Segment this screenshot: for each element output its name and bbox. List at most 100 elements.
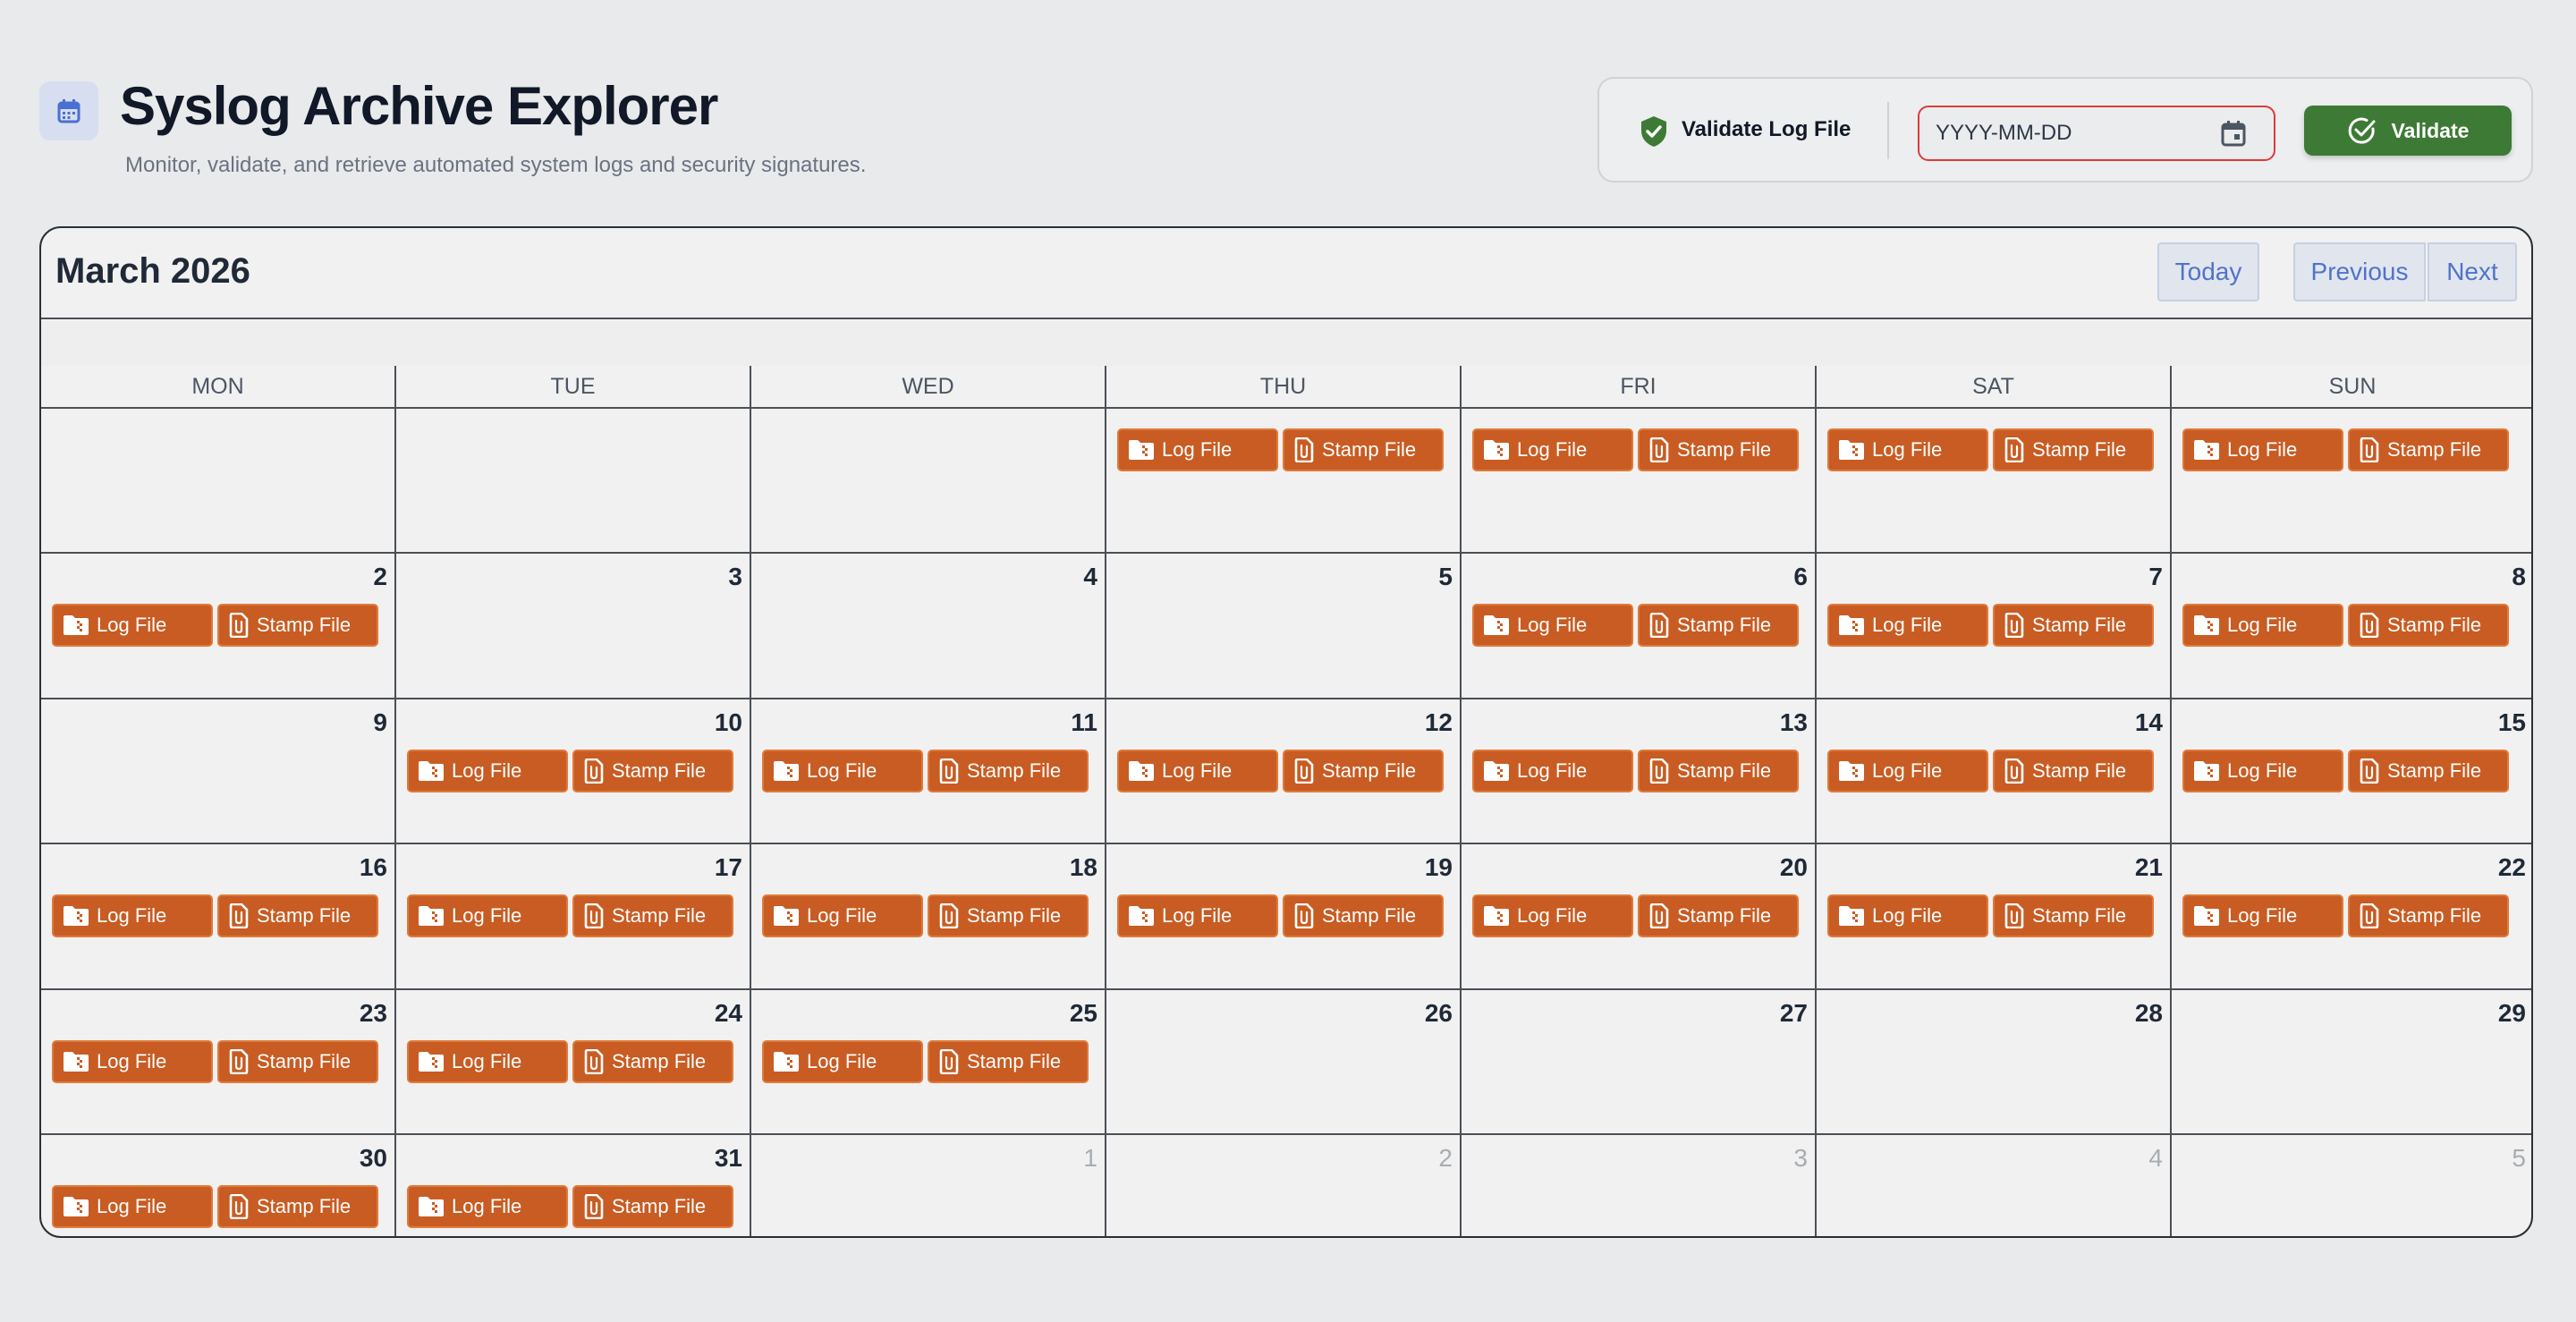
stamp-file-event[interactable]: Stamp File — [2348, 750, 2509, 792]
log-file-event[interactable]: Log File — [407, 1040, 568, 1083]
stamp-file-event[interactable]: Stamp File — [928, 1040, 1089, 1083]
log-file-event[interactable]: Log File — [407, 894, 568, 937]
calendar-picker-icon[interactable] — [2220, 119, 2247, 148]
calendar-day-cell[interactable]: 1 — [751, 1135, 1106, 1236]
stamp-file-event[interactable]: Stamp File — [928, 894, 1089, 937]
log-file-event[interactable]: Log File — [762, 750, 923, 792]
stamp-file-event[interactable]: Stamp File — [1283, 894, 1444, 937]
stamp-file-event[interactable]: Stamp File — [1638, 604, 1799, 647]
calendar-day-cell[interactable]: 3 — [1462, 1135, 1817, 1236]
calendar-day-cell[interactable]: 15 Log File Stamp File — [2172, 699, 2531, 844]
next-button[interactable]: Next — [2428, 242, 2517, 301]
log-file-event[interactable]: Log File — [1827, 750, 1988, 792]
stamp-file-event[interactable]: Stamp File — [217, 894, 378, 937]
calendar-day-cell[interactable]: 20 Log File Stamp File — [1462, 844, 1817, 990]
log-file-event[interactable]: Log File — [2182, 894, 2343, 937]
calendar-day-cell[interactable]: 25 Log File Stamp File — [751, 990, 1106, 1135]
stamp-file-event[interactable]: Stamp File — [2348, 604, 2509, 647]
log-file-event[interactable]: Log File — [52, 1040, 213, 1083]
log-file-event[interactable]: Log File — [1472, 894, 1633, 937]
today-button[interactable]: Today — [2157, 242, 2259, 301]
calendar-day-cell[interactable]: 2 Log File Stamp File — [41, 554, 396, 699]
calendar-day-cell[interactable]: Log File Stamp File — [2172, 409, 2531, 554]
calendar-day-cell[interactable]: 4 — [1817, 1135, 2172, 1236]
log-file-event[interactable]: Log File — [2182, 750, 2343, 792]
calendar-day-cell[interactable]: 17 Log File Stamp File — [396, 844, 751, 990]
calendar-day-cell[interactable]: 4 — [751, 554, 1106, 699]
log-file-event[interactable]: Log File — [407, 1185, 568, 1228]
stamp-file-event[interactable]: Stamp File — [928, 750, 1089, 792]
calendar-day-cell[interactable]: Log File Stamp File — [1106, 409, 1462, 554]
calendar-day-cell[interactable]: 14 Log File Stamp File — [1817, 699, 2172, 844]
stamp-file-event[interactable]: Stamp File — [572, 1040, 733, 1083]
stamp-file-event[interactable]: Stamp File — [572, 750, 733, 792]
log-file-event[interactable]: Log File — [762, 1040, 923, 1083]
log-file-event[interactable]: Log File — [52, 894, 213, 937]
calendar-day-cell[interactable]: 12 Log File Stamp File — [1106, 699, 1462, 844]
stamp-file-event[interactable]: Stamp File — [1283, 750, 1444, 792]
calendar-day-cell[interactable]: 23 Log File Stamp File — [41, 990, 396, 1135]
calendar-day-cell[interactable]: 29 — [2172, 990, 2531, 1135]
stamp-file-event[interactable]: Stamp File — [2348, 894, 2509, 937]
calendar-day-cell[interactable]: 31 Log File Stamp File — [396, 1135, 751, 1236]
log-file-event[interactable]: Log File — [1472, 428, 1633, 471]
stamp-file-event[interactable]: Stamp File — [217, 604, 378, 647]
calendar-day-cell[interactable]: Log File Stamp File — [1817, 409, 2172, 554]
calendar-day-cell[interactable]: 26 — [1106, 990, 1462, 1135]
calendar-day-cell[interactable]: 3 — [396, 554, 751, 699]
calendar-day-cell[interactable]: 27 — [1462, 990, 1817, 1135]
validate-button[interactable]: Validate — [2304, 106, 2512, 156]
calendar-day-cell[interactable]: 22 Log File Stamp File — [2172, 844, 2531, 990]
stamp-file-event[interactable]: Stamp File — [572, 1185, 733, 1228]
calendar-day-cell[interactable]: 5 — [1106, 554, 1462, 699]
stamp-file-event[interactable]: Stamp File — [1638, 750, 1799, 792]
stamp-file-event[interactable]: Stamp File — [217, 1040, 378, 1083]
calendar-day-cell[interactable]: 28 — [1817, 990, 2172, 1135]
log-file-event[interactable]: Log File — [1117, 428, 1278, 471]
date-input[interactable] — [1936, 107, 2204, 159]
stamp-file-event[interactable]: Stamp File — [1993, 894, 2154, 937]
stamp-file-event[interactable]: Stamp File — [217, 1185, 378, 1228]
calendar-day-cell[interactable] — [41, 409, 396, 554]
log-file-event[interactable]: Log File — [1117, 750, 1278, 792]
stamp-file-event[interactable]: Stamp File — [2348, 428, 2509, 471]
stamp-file-event[interactable]: Stamp File — [1993, 428, 2154, 471]
calendar-day-cell[interactable]: 19 Log File Stamp File — [1106, 844, 1462, 990]
calendar-day-cell[interactable]: 18 Log File Stamp File — [751, 844, 1106, 990]
calendar-day-cell[interactable]: 11 Log File Stamp File — [751, 699, 1106, 844]
calendar-day-cell[interactable]: 21 Log File Stamp File — [1817, 844, 2172, 990]
calendar-day-cell[interactable]: 30 Log File Stamp File — [41, 1135, 396, 1236]
calendar-day-cell[interactable]: 5 — [2172, 1135, 2531, 1236]
calendar-day-cell[interactable]: 6 Log File Stamp File — [1462, 554, 1817, 699]
stamp-file-event[interactable]: Stamp File — [572, 894, 733, 937]
calendar-day-cell[interactable]: 16 Log File Stamp File — [41, 844, 396, 990]
calendar-day-cell[interactable]: Log File Stamp File — [1462, 409, 1817, 554]
log-file-event[interactable]: Log File — [2182, 604, 2343, 647]
calendar-day-cell[interactable] — [396, 409, 751, 554]
log-file-event[interactable]: Log File — [1827, 428, 1988, 471]
log-file-event[interactable]: Log File — [1827, 604, 1988, 647]
calendar-day-cell[interactable]: 7 Log File Stamp File — [1817, 554, 2172, 699]
stamp-file-event[interactable]: Stamp File — [1283, 428, 1444, 471]
calendar-day-cell[interactable]: 8 Log File Stamp File — [2172, 554, 2531, 699]
stamp-file-event[interactable]: Stamp File — [1638, 894, 1799, 937]
stamp-file-event[interactable]: Stamp File — [1638, 428, 1799, 471]
calendar-day-cell[interactable]: 2 — [1106, 1135, 1462, 1236]
calendar-day-cell[interactable] — [751, 409, 1106, 554]
log-file-event[interactable]: Log File — [1117, 894, 1278, 937]
calendar-day-cell[interactable]: 10 Log File Stamp File — [396, 699, 751, 844]
log-file-event[interactable]: Log File — [762, 894, 923, 937]
calendar-day-cell[interactable]: 13 Log File Stamp File — [1462, 699, 1817, 844]
log-file-event[interactable]: Log File — [1827, 894, 1988, 937]
log-file-event[interactable]: Log File — [1472, 604, 1633, 647]
calendar-day-cell[interactable]: 24 Log File Stamp File — [396, 990, 751, 1135]
log-file-event[interactable]: Log File — [52, 604, 213, 647]
log-file-event[interactable]: Log File — [2182, 428, 2343, 471]
stamp-file-event[interactable]: Stamp File — [1993, 604, 2154, 647]
log-file-event[interactable]: Log File — [407, 750, 568, 792]
calendar-day-cell[interactable]: 9 — [41, 699, 396, 844]
log-file-event[interactable]: Log File — [52, 1185, 213, 1228]
previous-button[interactable]: Previous — [2293, 242, 2426, 301]
log-file-event[interactable]: Log File — [1472, 750, 1633, 792]
stamp-file-event[interactable]: Stamp File — [1993, 750, 2154, 792]
